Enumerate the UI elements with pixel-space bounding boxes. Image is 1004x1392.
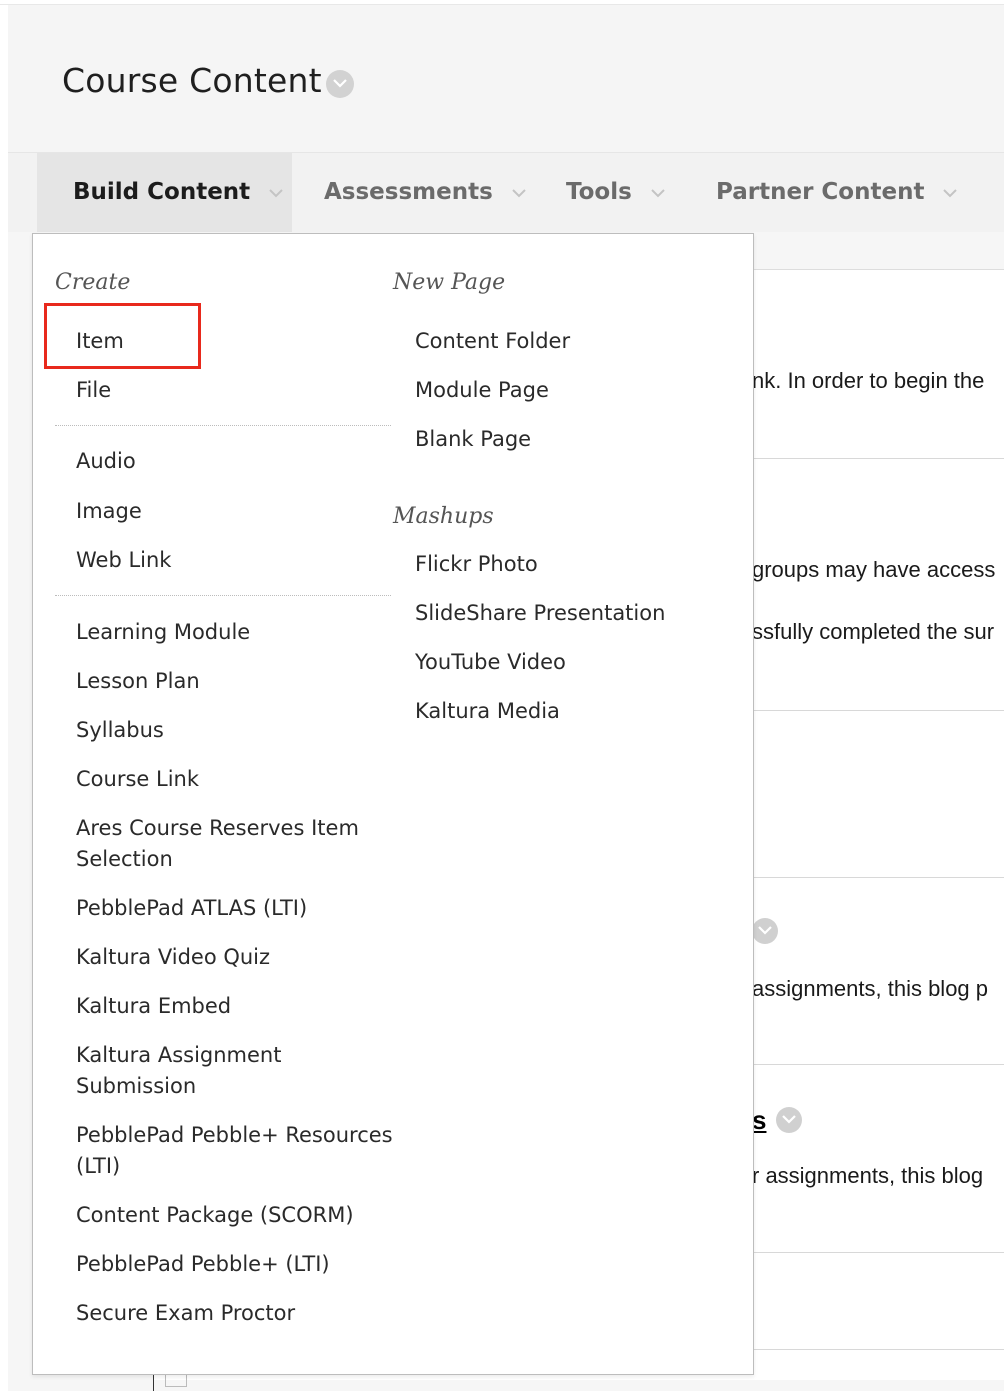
chevron-down-icon: [943, 188, 958, 197]
chevron-down-icon: [512, 188, 526, 197]
menu-item-file[interactable]: File: [76, 375, 111, 406]
chevron-down-icon: [651, 188, 665, 197]
envelope-icon: [165, 1373, 187, 1387]
menu-item-flickr-photo[interactable]: Flickr Photo: [415, 549, 538, 580]
menu-item-secure-exam-proctor[interactable]: Secure Exam Proctor: [76, 1298, 295, 1329]
menu-item-blank-page[interactable]: Blank Page: [415, 424, 531, 455]
content-description: nk. In order to begin the: [752, 368, 985, 393]
menu-item-pebblepad-atlas[interactable]: PebblePad ATLAS (LTI): [76, 893, 307, 924]
menu-separator: [55, 595, 391, 596]
menu-separator: [55, 425, 391, 426]
menu-item-web-link[interactable]: Web Link: [76, 545, 171, 576]
mashups-heading: Mashups: [393, 504, 494, 529]
menu-item-youtube-video[interactable]: YouTube Video: [415, 647, 566, 678]
content-description: r assignments, this blog: [752, 1163, 984, 1188]
title-options-chevron-icon[interactable]: [326, 70, 354, 98]
build-content-label: Build Content: [73, 179, 251, 205]
build-content-menu: Create Item File Audio Image Web Link Le…: [32, 233, 754, 1375]
menu-item-kaltura-embed[interactable]: Kaltura Embed: [76, 991, 231, 1022]
menu-item-content-folder[interactable]: Content Folder: [415, 326, 570, 357]
assessments-label: Assessments: [324, 179, 493, 205]
content-description: assignments, this blog p: [752, 976, 989, 1001]
tools-button[interactable]: Tools: [566, 153, 666, 232]
content-title-link[interactable]: s: [752, 1105, 766, 1136]
new-page-heading: New Page: [393, 270, 506, 295]
menu-item-module-page[interactable]: Module Page: [415, 375, 549, 406]
menu-item-syllabus[interactable]: Syllabus: [76, 715, 164, 746]
menu-item-slideshare[interactable]: SlideShare Presentation: [415, 598, 665, 629]
content-description: ssfully completed the sur: [752, 619, 995, 644]
menu-item-pebblepad-pebble[interactable]: PebblePad Pebble+ (LTI): [76, 1249, 330, 1280]
page-title: Course Content: [62, 61, 322, 100]
menu-item-kaltura-assignment-submission[interactable]: Kaltura Assignment Submission: [76, 1040, 306, 1102]
partner-content-button[interactable]: Partner Content: [716, 153, 958, 232]
create-heading: Create: [55, 270, 131, 295]
menu-item-kaltura-media[interactable]: Kaltura Media: [415, 696, 560, 727]
item-options-chevron-icon[interactable]: [752, 918, 778, 944]
page-header: Course Content: [8, 5, 1004, 153]
partner-content-label: Partner Content: [716, 179, 925, 205]
item-options-chevron-icon[interactable]: [776, 1107, 802, 1133]
menu-item-learning-module[interactable]: Learning Module: [76, 617, 250, 648]
highlight-annotation-box: [44, 303, 201, 369]
menu-item-image[interactable]: Image: [76, 496, 142, 527]
build-content-button[interactable]: Build Content: [37, 153, 292, 232]
tools-label: Tools: [566, 179, 632, 205]
menu-item-kaltura-video-quiz[interactable]: Kaltura Video Quiz: [76, 942, 270, 973]
content-description: groups may have access: [752, 557, 996, 582]
chevron-down-icon: [269, 188, 283, 197]
assessments-button[interactable]: Assessments: [324, 153, 527, 232]
menu-item-pebblepad-resources[interactable]: PebblePad Pebble+ Resources (LTI): [76, 1120, 396, 1182]
menu-item-course-link[interactable]: Course Link: [76, 764, 199, 795]
menu-item-ares-course-reserves[interactable]: Ares Course Reserves Item Selection: [76, 813, 396, 875]
menu-item-content-package-scorm[interactable]: Content Package (SCORM): [76, 1200, 354, 1231]
menu-item-lesson-plan[interactable]: Lesson Plan: [76, 666, 200, 697]
menu-item-audio[interactable]: Audio: [76, 446, 136, 477]
action-bar: Build Content Assessments Tools Partner …: [8, 153, 1004, 233]
